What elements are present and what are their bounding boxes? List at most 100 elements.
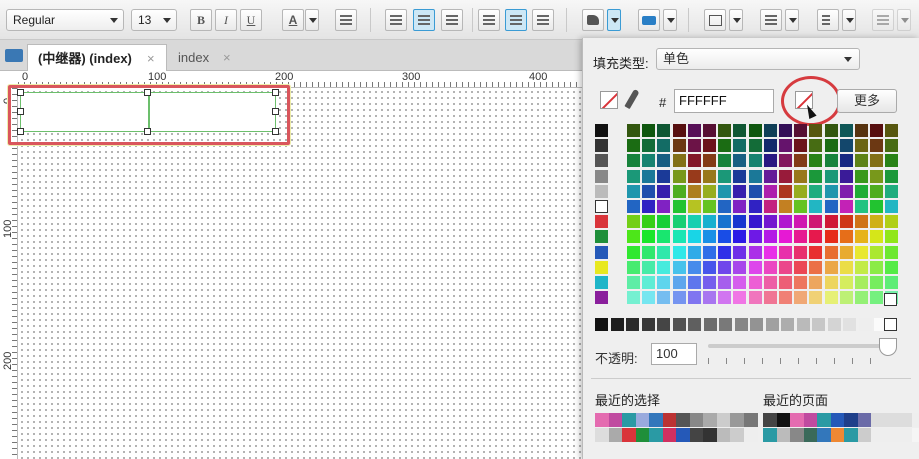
color-swatch[interactable] (809, 276, 823, 289)
color-swatch[interactable] (824, 169, 838, 183)
color-swatch[interactable] (858, 318, 872, 331)
color-swatch[interactable] (642, 124, 656, 137)
color-swatch[interactable] (734, 318, 748, 331)
color-swatch[interactable] (885, 169, 899, 183)
color-swatch[interactable] (733, 291, 747, 305)
opacity-slider-thumb[interactable] (879, 338, 897, 356)
recent-swatch[interactable] (716, 428, 731, 442)
color-swatch[interactable] (672, 184, 686, 198)
color-swatch[interactable] (748, 291, 762, 305)
color-swatch[interactable] (843, 318, 856, 331)
recent-swatch[interactable] (689, 413, 704, 427)
color-swatch[interactable] (824, 200, 838, 213)
color-swatch[interactable] (870, 276, 884, 289)
recent-swatch[interactable] (884, 428, 899, 442)
recent-swatch[interactable] (844, 428, 858, 442)
color-swatch[interactable] (763, 245, 777, 259)
color-swatch[interactable] (627, 230, 640, 244)
recent-swatch[interactable] (763, 413, 777, 427)
color-swatch[interactable] (687, 291, 701, 305)
recent-swatch[interactable] (676, 428, 690, 442)
line-width-button[interactable] (760, 9, 782, 31)
color-swatch[interactable] (824, 260, 838, 274)
color-swatch[interactable] (855, 276, 868, 289)
color-swatch[interactable] (642, 276, 656, 289)
color-swatch[interactable] (718, 154, 732, 168)
color-swatch[interactable] (885, 215, 899, 229)
color-swatch[interactable] (870, 200, 884, 213)
resize-handle[interactable] (272, 128, 279, 135)
color-swatch[interactable] (627, 124, 640, 137)
tab-index[interactable]: index × (168, 44, 244, 71)
color-swatch[interactable] (748, 139, 762, 153)
color-swatch[interactable] (687, 124, 701, 137)
color-swatch[interactable] (703, 169, 716, 183)
recent-swatch[interactable] (857, 413, 872, 427)
recent-swatch[interactable] (776, 413, 791, 427)
color-swatch[interactable] (809, 184, 823, 198)
color-swatch[interactable] (779, 200, 792, 213)
color-swatch[interactable] (733, 169, 747, 183)
resize-handle[interactable] (17, 128, 24, 135)
color-swatch[interactable] (703, 215, 716, 229)
color-swatch[interactable] (595, 276, 608, 289)
color-swatch[interactable] (809, 169, 823, 183)
color-swatch[interactable] (839, 245, 853, 259)
color-swatch[interactable] (703, 124, 716, 137)
color-swatch[interactable] (657, 184, 671, 198)
recent-swatch[interactable] (803, 428, 818, 442)
color-swatch[interactable] (687, 169, 701, 183)
color-swatch[interactable] (748, 276, 762, 289)
color-swatch[interactable] (779, 245, 792, 259)
color-swatch[interactable] (809, 154, 823, 168)
color-swatch[interactable] (855, 215, 868, 229)
tab-repeater-index[interactable]: (中继器) (index) × (27, 44, 167, 71)
sitemap-icon[interactable] (5, 49, 23, 62)
color-swatch[interactable] (763, 260, 777, 274)
color-swatch[interactable] (672, 154, 686, 168)
color-swatch[interactable] (779, 124, 792, 137)
color-swatch[interactable] (703, 276, 716, 289)
recent-swatch[interactable] (763, 428, 777, 442)
color-swatch[interactable] (763, 169, 777, 183)
color-swatch[interactable] (595, 215, 608, 229)
color-swatch[interactable] (763, 184, 777, 198)
color-swatch[interactable] (687, 154, 701, 168)
recent-swatch[interactable] (871, 413, 885, 427)
recent-swatch[interactable] (716, 413, 731, 427)
recent-swatch[interactable] (689, 428, 704, 442)
align-bottom-button[interactable] (532, 9, 554, 31)
color-swatch[interactable] (718, 245, 732, 259)
align-top-button[interactable] (478, 9, 500, 31)
color-swatch[interactable] (627, 291, 640, 305)
color-swatch[interactable] (719, 318, 732, 331)
color-swatch[interactable] (809, 260, 823, 274)
color-swatch[interactable] (642, 291, 656, 305)
color-swatch[interactable] (885, 139, 899, 153)
color-swatch[interactable] (763, 215, 777, 229)
align-center-button[interactable] (413, 9, 435, 31)
color-swatch[interactable] (824, 230, 838, 244)
color-swatch[interactable] (809, 230, 823, 244)
eyedropper-icon[interactable] (624, 88, 640, 110)
color-swatch[interactable] (688, 318, 701, 331)
color-swatch[interactable] (763, 154, 777, 168)
color-swatch[interactable] (595, 245, 608, 259)
color-swatch[interactable] (672, 291, 686, 305)
color-swatch[interactable] (672, 245, 686, 259)
color-swatch[interactable] (748, 230, 762, 244)
color-swatch[interactable] (855, 139, 868, 153)
color-swatch[interactable] (794, 139, 808, 153)
color-swatch[interactable] (657, 276, 671, 289)
line-color-dropdown[interactable] (729, 9, 743, 31)
color-swatch[interactable] (839, 184, 853, 198)
recent-swatch[interactable] (817, 413, 831, 427)
color-swatch[interactable] (672, 124, 686, 137)
recent-swatch[interactable] (595, 413, 609, 427)
color-swatch[interactable] (748, 154, 762, 168)
color-swatch[interactable] (642, 184, 656, 198)
recent-swatch[interactable] (703, 428, 717, 442)
border-color-button[interactable] (638, 9, 660, 31)
color-swatch[interactable] (672, 230, 686, 244)
color-swatch[interactable] (809, 215, 823, 229)
